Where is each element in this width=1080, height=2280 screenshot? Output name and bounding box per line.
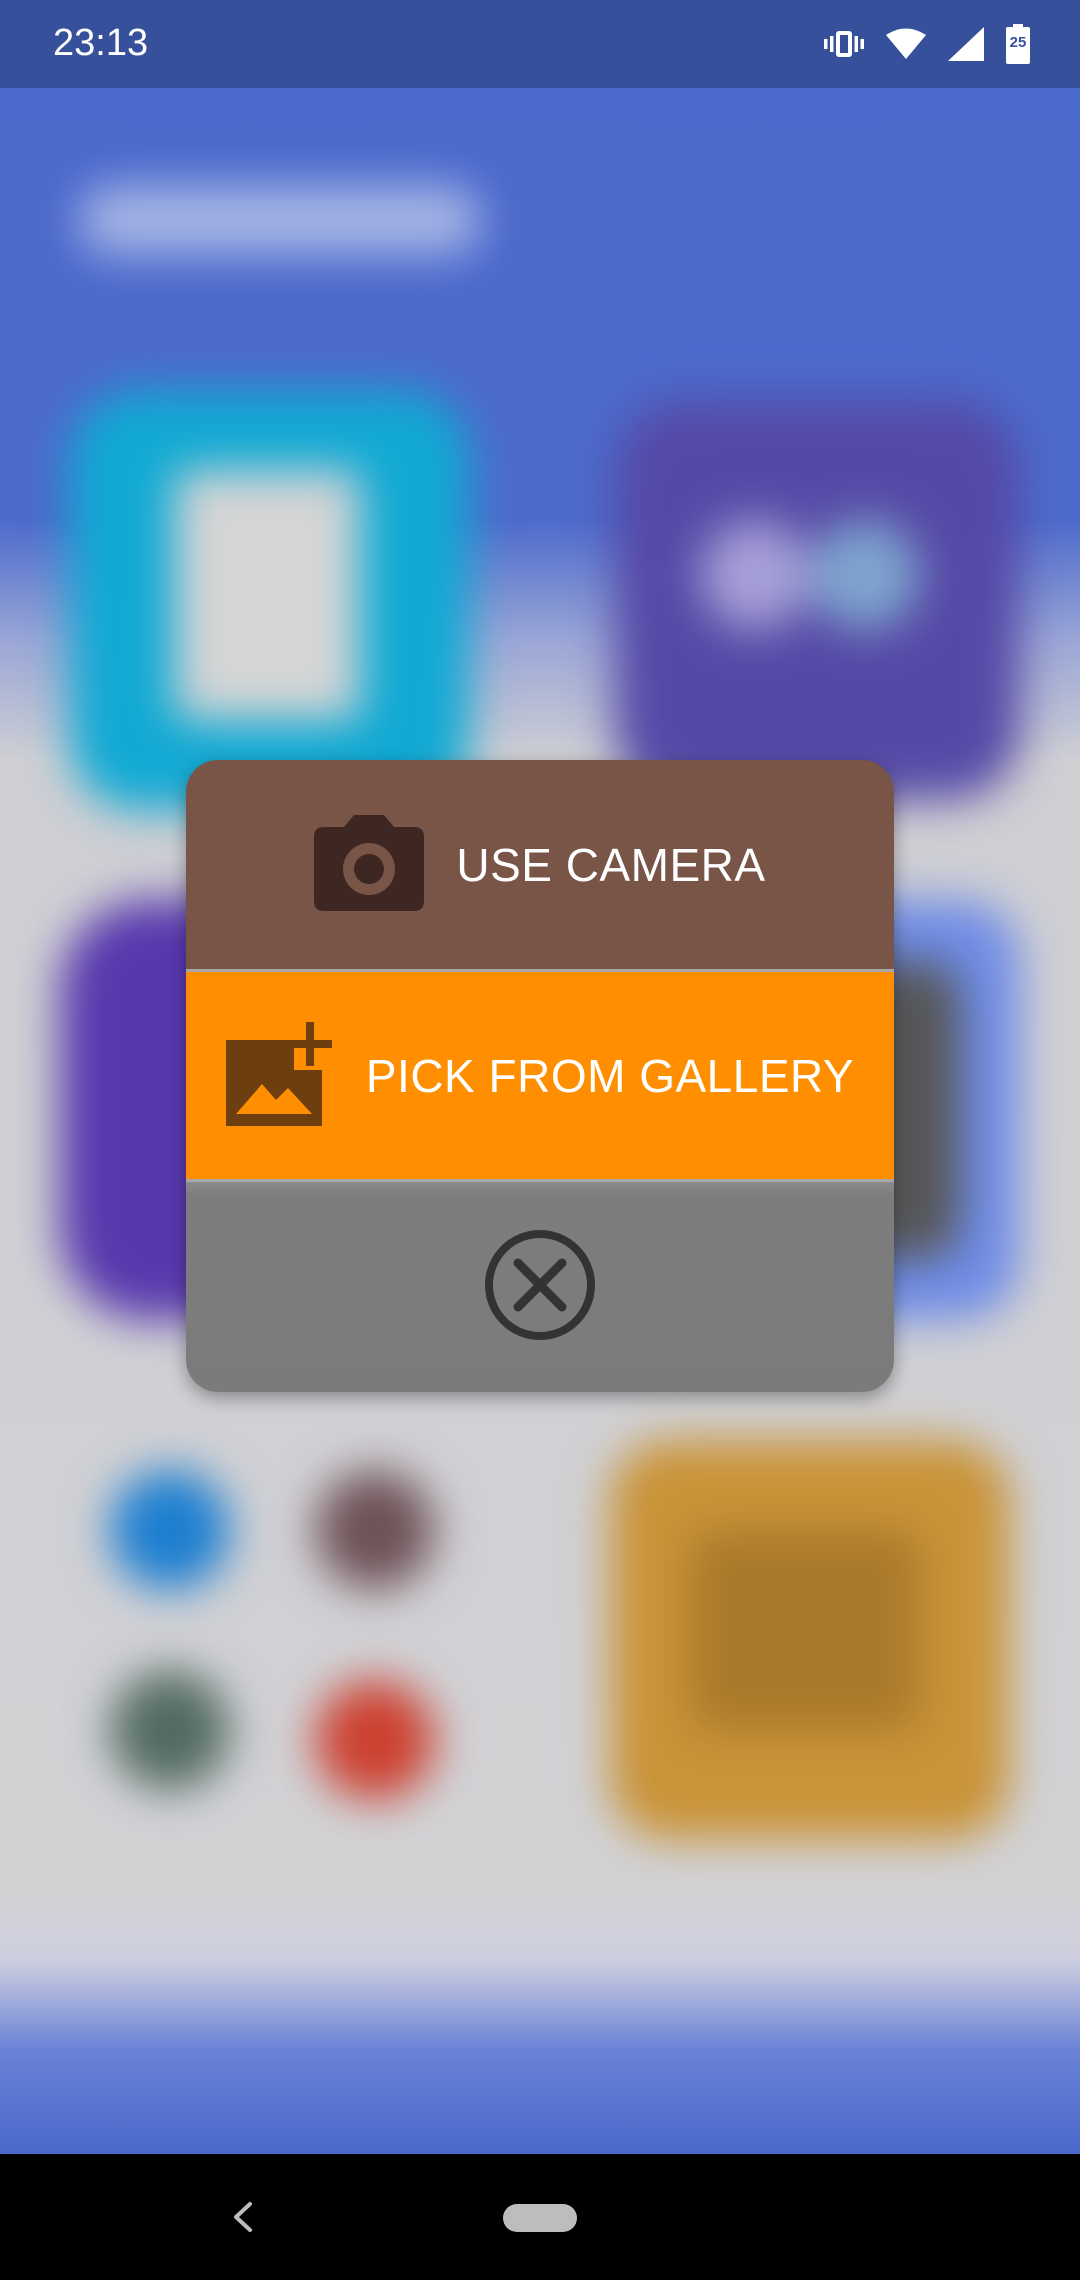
close-circle-icon xyxy=(484,1229,596,1346)
vibrate-icon xyxy=(824,29,864,59)
status-bar: 23:13 25 xyxy=(0,0,1080,88)
add-photo-icon xyxy=(225,1021,334,1131)
camera-icon xyxy=(314,813,425,918)
use-camera-button[interactable]: USE CAMERA xyxy=(186,760,894,970)
status-icons: 25 xyxy=(824,24,1030,64)
battery-icon: 25 xyxy=(1006,24,1030,64)
wifi-icon xyxy=(886,28,926,60)
use-camera-label: USE CAMERA xyxy=(456,839,766,891)
cellular-signal-icon xyxy=(948,27,984,61)
home-pill-icon[interactable] xyxy=(503,2204,577,2232)
image-source-dialog: USE CAMERA PICK FROM GALLERY xyxy=(186,760,894,1392)
pick-from-gallery-button[interactable]: PICK FROM GALLERY xyxy=(186,972,894,1180)
battery-level: 25 xyxy=(1009,34,1027,51)
cancel-button[interactable] xyxy=(186,1182,894,1392)
back-chevron-icon[interactable] xyxy=(222,2190,258,2244)
status-time: 23:13 xyxy=(53,22,149,64)
pick-from-gallery-label: PICK FROM GALLERY xyxy=(365,1050,855,1102)
